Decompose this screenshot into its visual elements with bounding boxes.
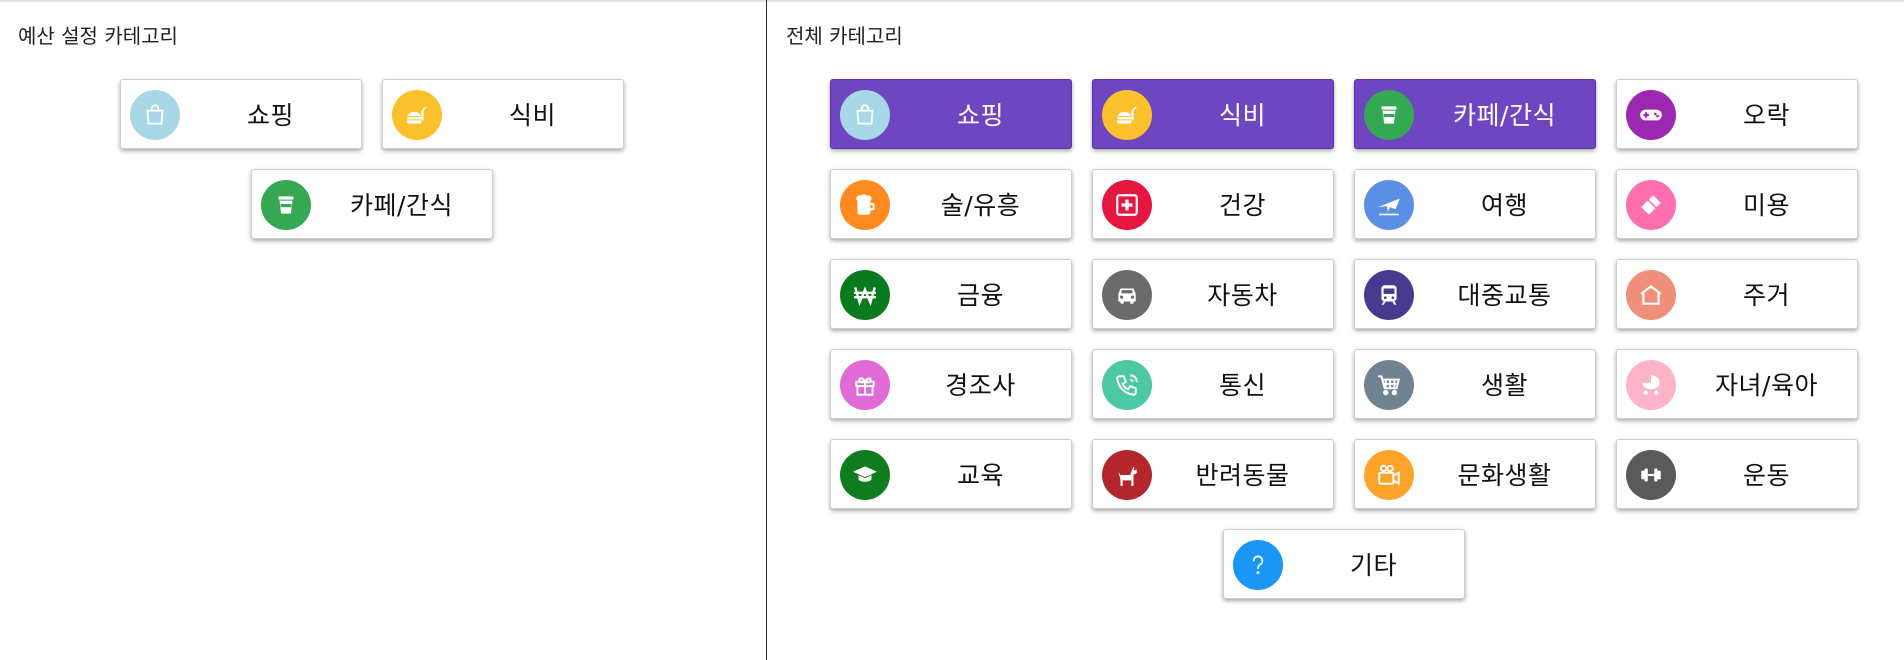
- category-button-film-camera[interactable]: 문화생활: [1353, 439, 1596, 509]
- medical-cross-icon: [1101, 180, 1152, 230]
- category-label: 쇼핑: [956, 101, 1004, 130]
- category-button-cafe-cup[interactable]: 카페/간식: [250, 169, 493, 239]
- panel-title: 예산 설정 카테고리: [18, 24, 178, 48]
- category-label: 식비: [1218, 101, 1266, 130]
- category-label: 건강: [1218, 191, 1266, 220]
- category-label: 경조사: [945, 371, 1016, 400]
- category-label: 운동: [1742, 461, 1790, 490]
- category-button-food[interactable]: 식비: [381, 79, 624, 149]
- phone-icon: [1101, 360, 1152, 410]
- category-label: 카페/간식: [1453, 101, 1556, 130]
- food-icon: [391, 90, 442, 140]
- cafe-cup-icon: [1363, 90, 1414, 140]
- budget-category-grid: 쇼핑 식비카페/간식: [110, 79, 633, 239]
- category-button-beer[interactable]: 술/유흥: [829, 169, 1072, 239]
- cafe-cup-icon: [260, 180, 311, 230]
- stroller-icon: [1625, 360, 1676, 410]
- category-button-phone[interactable]: 통신: [1091, 349, 1334, 419]
- all-category-panel: 전체 카테고리 쇼핑 식비 카페/간식 오락술/유흥 건강 여행 미용금융 자동차 대중교통 주거…: [766, 0, 1904, 660]
- cart-icon: [1363, 360, 1414, 410]
- category-label: 자녀/육아: [1715, 371, 1818, 400]
- category-label: 카페/간식: [350, 191, 453, 220]
- category-label: 통신: [1218, 371, 1266, 400]
- category-button-train[interactable]: 대중교통: [1353, 259, 1596, 329]
- category-label: 자동차: [1207, 281, 1278, 310]
- category-button-shopping-bag[interactable]: 쇼핑: [119, 79, 362, 149]
- category-button-car[interactable]: 자동차: [1091, 259, 1334, 329]
- all-category-grid: 쇼핑 식비 카페/간식 오락술/유흥 건강 여행 미용금융 자동차 대중교통 주거경조사 통신 생활 자…: [820, 79, 1867, 599]
- category-label: 금융: [956, 281, 1004, 310]
- category-button-won[interactable]: 금융: [829, 259, 1072, 329]
- category-button-dog[interactable]: 반려동물: [1091, 439, 1334, 509]
- shopping-bag-icon: [839, 90, 890, 140]
- train-icon: [1363, 270, 1414, 320]
- film-camera-icon: [1363, 450, 1414, 500]
- category-button-food[interactable]: 식비: [1091, 79, 1334, 149]
- category-button-gift[interactable]: 경조사: [829, 349, 1072, 419]
- dog-icon: [1101, 450, 1152, 500]
- category-label: 쇼핑: [246, 101, 294, 130]
- category-label: 식비: [508, 101, 556, 130]
- question-icon: [1232, 540, 1283, 590]
- category-label: 미용: [1742, 191, 1790, 220]
- lipstick-icon: [1625, 180, 1676, 230]
- category-button-cafe-cup[interactable]: 카페/간식: [1353, 79, 1596, 149]
- category-button-home[interactable]: 주거: [1615, 259, 1858, 329]
- category-label: 반려동물: [1195, 461, 1290, 490]
- car-icon: [1101, 270, 1152, 320]
- category-label: 주거: [1742, 281, 1790, 310]
- category-label: 교육: [956, 461, 1004, 490]
- food-icon: [1101, 90, 1152, 140]
- category-button-shopping-bag[interactable]: 쇼핑: [829, 79, 1072, 149]
- budget-category-panel: 예산 설정 카테고리 쇼핑 식비카페/간식: [0, 0, 766, 660]
- gift-icon: [839, 360, 890, 410]
- won-icon: [839, 270, 890, 320]
- category-button-dumbbell[interactable]: 운동: [1615, 439, 1858, 509]
- category-button-question[interactable]: 기타: [1222, 529, 1465, 599]
- category-label: 기타: [1349, 551, 1397, 580]
- category-button-airplane[interactable]: 여행: [1353, 169, 1596, 239]
- home-icon: [1625, 270, 1676, 320]
- beer-icon: [839, 180, 890, 230]
- gamepad-icon: [1625, 90, 1676, 140]
- category-label: 여행: [1480, 191, 1528, 220]
- category-button-lipstick[interactable]: 미용: [1615, 169, 1858, 239]
- category-label: 대중교통: [1457, 281, 1552, 310]
- category-button-stroller[interactable]: 자녀/육아: [1615, 349, 1858, 419]
- category-label: 오락: [1742, 101, 1790, 130]
- airplane-icon: [1363, 180, 1414, 230]
- category-button-medical-cross[interactable]: 건강: [1091, 169, 1334, 239]
- category-label: 생활: [1480, 371, 1528, 400]
- category-label: 문화생활: [1457, 461, 1552, 490]
- panel-title: 전체 카테고리: [786, 24, 903, 48]
- category-label: 술/유흥: [940, 191, 1021, 220]
- category-button-cart[interactable]: 생활: [1353, 349, 1596, 419]
- shopping-bag-icon: [129, 90, 180, 140]
- category-button-graduation-cap[interactable]: 교육: [829, 439, 1072, 509]
- graduation-cap-icon: [839, 450, 890, 500]
- category-button-gamepad[interactable]: 오락: [1615, 79, 1858, 149]
- dumbbell-icon: [1625, 450, 1676, 500]
